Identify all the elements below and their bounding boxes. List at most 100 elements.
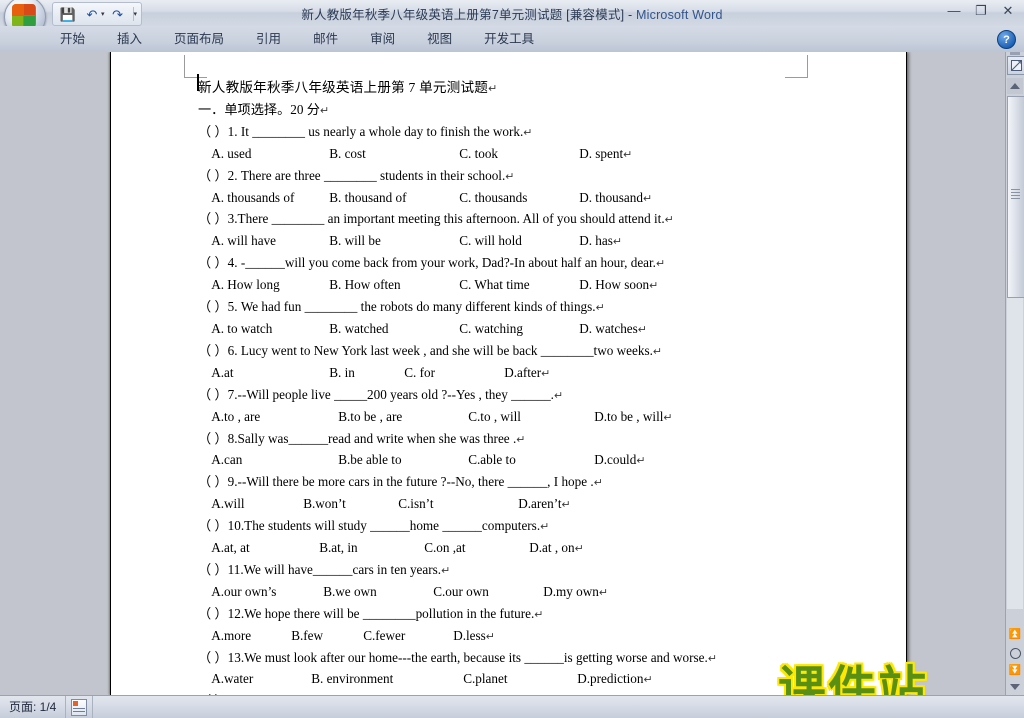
tab-mailings[interactable]: 邮件 — [297, 26, 354, 52]
vertical-scrollbar[interactable]: ⏫ ⏬ — [1005, 52, 1024, 695]
option-a: A.will — [211, 496, 245, 512]
minimize-button[interactable]: — — [944, 2, 964, 19]
ribbon-tab-strip: 开始 插入 页面布局 引用 邮件 审阅 视图 开发工具 ? — [0, 26, 1024, 53]
paragraph-mark-icon: ↵ — [649, 280, 659, 293]
question-stem-text: （ ）3.There ________ an important meeting… — [198, 211, 665, 227]
document-heading-text: 新人教版年秋季八年级英语上册第 7 单元测试题 — [198, 80, 489, 95]
document-text[interactable]: 新人教版年秋季八年级英语上册第 7 单元测试题↵ 一．单项选择。20 分↵ （ … — [198, 78, 818, 695]
tab-home[interactable]: 开始 — [44, 26, 101, 52]
margin-marker-top-left — [184, 55, 207, 78]
paragraph-mark-icon: ↵ — [553, 389, 564, 402]
question-options: A.water B. environment C.planet D.predictio… — [198, 669, 818, 691]
question-stem: （ ）7.--Will people live _____200 years o… — [198, 385, 818, 407]
paragraph-mark-icon: ↵ — [505, 170, 515, 183]
question-options: A. to watch B. watched C. watching D. watch… — [198, 319, 818, 341]
tab-review[interactable]: 审阅 — [354, 26, 411, 52]
option-b: B.be able to — [338, 452, 402, 468]
paragraph-mark-icon: ↵ — [707, 652, 718, 665]
option-c: C.to , will — [468, 408, 521, 424]
paragraph-mark-icon: ↵ — [655, 258, 666, 271]
paragraph-mark-icon: ↵ — [643, 674, 653, 687]
question-options: A.will B.won’t C.isn’t D.aren’t↵ — [198, 494, 818, 516]
option-b: B. in — [329, 364, 355, 380]
paragraph-mark-icon: ↵ — [636, 455, 646, 468]
tab-insert[interactable]: 插入 — [101, 26, 158, 52]
option-a: A. to watch — [211, 320, 273, 336]
paragraph-mark-icon: ↵ — [637, 323, 647, 336]
option-a: A. thousands of — [211, 189, 295, 205]
question-stem-text: （ ）10.The students will study ______home… — [198, 518, 541, 534]
option-d: D. has — [579, 233, 613, 249]
tab-view[interactable]: 视图 — [411, 26, 468, 52]
help-icon[interactable]: ? — [997, 30, 1016, 49]
option-d: D.less — [453, 627, 486, 643]
section-heading: 一．单项选择。20 分↵ — [198, 100, 818, 122]
scroll-down-button[interactable] — [1007, 679, 1023, 695]
question-options: A.can B.be able to C.able to D.could↵ — [198, 450, 818, 472]
scrollbar-top-tick — [1010, 52, 1020, 55]
option-b: B. thousand of — [329, 189, 407, 205]
scroll-up-button[interactable] — [1007, 78, 1023, 94]
document-workspace[interactable]: 新人教版年秋季八年级英语上册第 7 单元测试题↵ 一．单项选择。20 分↵ （ … — [0, 52, 1024, 695]
option-a: A. used — [211, 145, 252, 161]
margin-marker-top-right — [785, 55, 808, 78]
paragraph-mark-icon: ↵ — [523, 126, 533, 139]
question-stem: （ ）2. There are three ________ students … — [198, 166, 818, 188]
page-map-icon[interactable] — [66, 696, 92, 718]
option-d: D.at , on — [529, 540, 575, 556]
paragraph-mark-icon: ↵ — [534, 608, 544, 621]
option-d: D.prediction — [577, 671, 644, 687]
question-stem: （ ）3.There ________ an important meeting… — [198, 209, 818, 231]
option-c: C.able to — [468, 452, 516, 468]
option-b: B.won’t — [303, 496, 346, 512]
question-stem-text: （ ）11.We will have______cars in ten year… — [198, 561, 442, 577]
question-stem: （ ）10.The students will study ______home… — [198, 516, 818, 538]
option-a: A.at, at — [211, 540, 250, 556]
question-stem: （ ）13.We must look after our home---the … — [198, 648, 818, 670]
scrollbar-thumb[interactable] — [1007, 96, 1024, 298]
question-options: A.more B.few C.fewer D.less↵ — [198, 626, 818, 648]
question-stem-text: （ ）5. We had fun ________ the robots do … — [198, 299, 596, 315]
ruler-toggle-icon[interactable] — [1007, 56, 1024, 75]
question-options: A.at B. in C. for D.after↵ — [198, 363, 818, 385]
question-stem-text: （ ）4. -______will you come back from you… — [198, 255, 656, 271]
option-c: C.fewer — [363, 627, 406, 643]
option-d: D.to be , will — [594, 408, 664, 424]
paragraph-mark-icon: ↵ — [488, 83, 498, 95]
option-a: A.water — [211, 671, 254, 687]
option-a: A. will have — [211, 233, 277, 249]
option-b: B. cost — [329, 145, 366, 161]
option-b: B.we own — [323, 583, 377, 599]
paragraph-mark-icon: ↵ — [595, 302, 605, 315]
question-stem-text: （ ）13.We must look after our home---the … — [198, 649, 708, 665]
tab-developer[interactable]: 开发工具 — [468, 26, 550, 52]
previous-page-button[interactable]: ⏫ — [1007, 627, 1023, 643]
close-button[interactable]: ✕ — [998, 2, 1018, 19]
option-c: C.planet — [463, 671, 508, 687]
paragraph-mark-icon: ↵ — [485, 630, 496, 643]
document-page[interactable]: 新人教版年秋季八年级英语上册第 7 单元测试题↵ 一．单项选择。20 分↵ （ … — [110, 52, 907, 695]
section-heading-text: 一．单项选择。20 分 — [198, 101, 320, 117]
paragraph-mark-icon: ↵ — [623, 148, 633, 161]
option-b: B. will be — [329, 233, 381, 249]
title-bar: 💾 ↶ ▾ ↷ ▾ 新人教版年秋季八年级英语上册第7单元测试题 [兼容模式] -… — [0, 0, 1024, 38]
question-stem: （ ）4. -______will you come back from you… — [198, 253, 818, 275]
next-page-button[interactable]: ⏬ — [1007, 663, 1023, 679]
document-title-text: 新人教版年秋季八年级英语上册第7单元测试题 [兼容模式] — [301, 8, 625, 22]
tab-page-layout[interactable]: 页面布局 — [158, 26, 240, 52]
paragraph-mark-icon: ↵ — [612, 236, 623, 249]
page-indicator[interactable]: 页面: 1/4 — [0, 696, 65, 718]
option-c: C.on ,at — [424, 540, 466, 556]
option-d: D. watches — [579, 320, 638, 336]
question-stem-text: （ ）6. Lucy went to New York last week , … — [198, 342, 653, 358]
question-options: A.to , are B.to be , are C.to , will D.to b… — [198, 407, 818, 429]
question-options: A. will have B. will be C. will hold D. has… — [198, 231, 818, 253]
question-stem-text: （ ）7.--Will people live _____200 years o… — [198, 386, 554, 402]
option-b: B. environment — [311, 671, 394, 687]
select-browse-object-button[interactable] — [1007, 645, 1023, 661]
option-c: C. will hold — [459, 233, 522, 249]
restore-button[interactable]: ❐ — [971, 2, 991, 19]
tab-references[interactable]: 引用 — [240, 26, 297, 52]
option-a: A.more — [211, 627, 252, 643]
document-heading: 新人教版年秋季八年级英语上册第 7 单元测试题↵ — [198, 78, 818, 100]
